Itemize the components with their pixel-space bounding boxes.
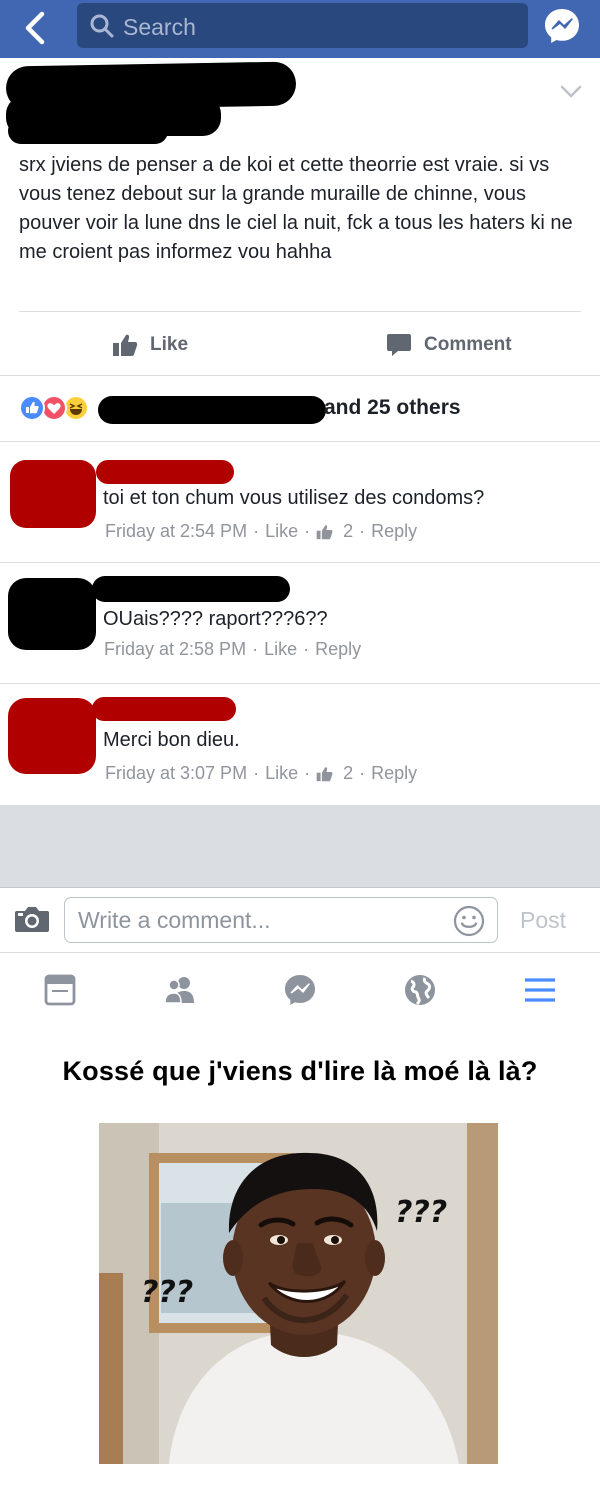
comment-2-meta: Friday at 2:58 PM · Like · Reply xyxy=(104,639,362,660)
comment-1-text: toi et ton chum vous utilisez des condom… xyxy=(103,487,485,509)
messenger-icon[interactable] xyxy=(543,7,581,45)
like-button[interactable]: Like xyxy=(112,330,188,360)
thumbs-up-icon xyxy=(316,766,333,781)
comment-bubble-icon xyxy=(387,334,411,356)
messenger-icon[interactable] xyxy=(282,972,318,1008)
comment-1-meta: Friday at 2:54 PM · Like · 2 · Reply xyxy=(105,521,418,542)
meme-question-marks-right: ??? xyxy=(395,1195,448,1230)
like-reaction-icon xyxy=(19,395,45,421)
comment-1-reply-link[interactable]: Reply xyxy=(371,521,417,542)
comment-3-text: Merci bon dieu. xyxy=(103,729,240,751)
comment-button[interactable]: Comment xyxy=(386,330,512,360)
comment-1-like-link[interactable]: Like xyxy=(265,521,298,542)
search-placeholder: Search xyxy=(123,14,196,40)
thumbs-up-icon xyxy=(316,524,333,539)
comment-1-likes-count: 2 xyxy=(343,521,354,541)
comment-input-placeholder: Write a comment... xyxy=(78,907,271,933)
chevron-down-icon[interactable] xyxy=(560,84,582,100)
news-feed-icon[interactable] xyxy=(42,972,78,1008)
comment-2-time: Friday at 2:58 PM xyxy=(104,639,247,659)
tabbar-divider xyxy=(0,952,600,953)
comment-divider-2 xyxy=(0,683,600,684)
thumbs-up-icon xyxy=(113,334,138,356)
comment-divider-1 xyxy=(0,562,600,563)
comment-1-time: Friday at 2:54 PM xyxy=(105,521,248,541)
redacted-commenter-2-name xyxy=(92,576,290,602)
redacted-author-name-3 xyxy=(8,118,168,144)
meme-question-marks-left: ??? xyxy=(141,1275,194,1310)
comment-2-like-link[interactable]: Like xyxy=(264,639,297,660)
like-label: Like xyxy=(150,334,189,355)
camera-icon[interactable] xyxy=(14,904,50,934)
post-divider xyxy=(19,311,581,312)
comment-3-like-link[interactable]: Like xyxy=(265,763,298,784)
post-button[interactable]: Post xyxy=(520,907,566,934)
menu-icon[interactable] xyxy=(522,972,558,1008)
search-icon xyxy=(90,14,114,38)
post-text: srx jviens de penser a de koi et cette t… xyxy=(19,154,573,263)
comment-3-reply-link[interactable]: Reply xyxy=(371,763,417,784)
back-chevron-icon[interactable] xyxy=(16,8,56,48)
comment-input[interactable]: Write a comment... xyxy=(64,897,498,943)
redacted-commenter-3-avatar xyxy=(8,698,96,774)
meme-caption: Kossé que j'viens d'lire là moé là là? xyxy=(62,1056,538,1086)
comment-3-time: Friday at 3:07 PM xyxy=(105,763,248,783)
emoji-smiley-icon[interactable] xyxy=(453,905,485,937)
redacted-commenter-2-avatar xyxy=(8,578,96,650)
comment-3-meta: Friday at 3:07 PM · Like · 2 · Reply xyxy=(105,763,418,784)
redacted-commenter-1-name xyxy=(96,460,234,484)
friends-icon[interactable] xyxy=(162,972,198,1008)
globe-icon[interactable] xyxy=(402,972,438,1008)
separator-band xyxy=(0,805,600,887)
composer-divider xyxy=(0,887,600,888)
comment-2-reply-link[interactable]: Reply xyxy=(315,639,361,660)
top-bar: Search xyxy=(0,0,600,58)
redacted-commenter-3-name xyxy=(92,697,236,721)
search-input[interactable]: Search xyxy=(77,3,528,48)
comment-2-text: OUais???? raport???6?? xyxy=(103,608,328,630)
confused-man-meme-image: ??? ??? xyxy=(99,1123,498,1464)
comment-label: Comment xyxy=(424,334,512,355)
redacted-commenter-1-avatar xyxy=(10,460,96,528)
actions-divider xyxy=(0,375,600,376)
comment-3-likes-count: 2 xyxy=(343,763,354,783)
reactions-count-text: and 25 others xyxy=(324,396,461,419)
redacted-reactor-names xyxy=(98,396,326,424)
reactions-divider xyxy=(0,441,600,442)
